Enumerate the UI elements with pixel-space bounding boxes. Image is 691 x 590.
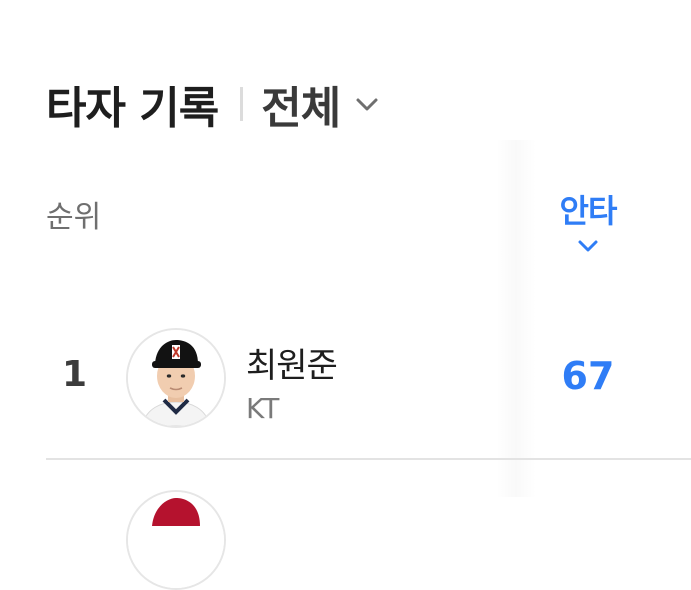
title-divider (240, 87, 244, 121)
player-photo-icon (128, 492, 224, 588)
player-row[interactable]: 1 최원준 KT 67 (46, 320, 691, 458)
sort-chevron-down-icon (578, 240, 598, 252)
filter-dropdown[interactable]: 전체 (261, 72, 380, 136)
chevron-down-icon (356, 98, 378, 111)
page-title: 타자 기록 (46, 83, 219, 134)
row-divider (46, 458, 691, 460)
player-team: KT (246, 392, 280, 425)
stat-column-label: 안타 (559, 192, 618, 230)
player-name: 최원준 (246, 346, 338, 386)
player-avatar (126, 328, 226, 428)
page-header: 타자 기록 전체 (46, 74, 380, 134)
filter-label: 전체 (261, 83, 341, 134)
stat-column-header[interactable]: 안타 (550, 186, 626, 256)
player-photo-icon (128, 330, 224, 426)
next-player-avatar (126, 490, 226, 590)
rank-column-header: 순위 (46, 200, 102, 235)
player-rank: 1 (62, 354, 88, 395)
player-stat-value: 67 (561, 354, 615, 398)
